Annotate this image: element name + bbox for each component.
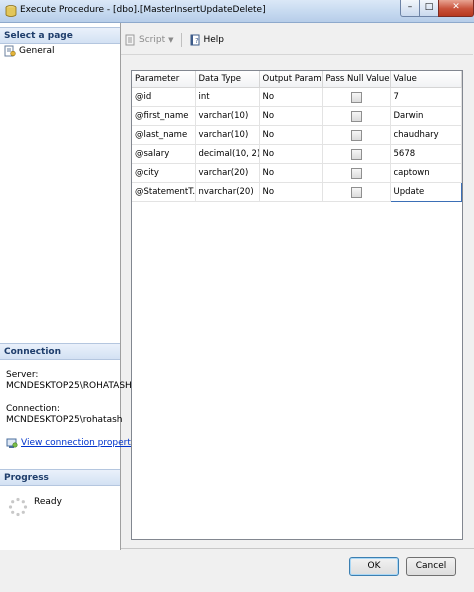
parameter-cell: @StatementT... <box>132 182 196 202</box>
data-type-cell: nvarchar(20) <box>195 182 260 202</box>
data-type-cell: int <box>195 87 260 107</box>
output-cell: No <box>259 144 323 164</box>
table-row: @salary decimal(10, 2) No 5678 <box>132 144 462 164</box>
pass-null-checkbox[interactable] <box>350 148 362 160</box>
data-type-cell: varchar(20) <box>195 163 260 183</box>
bottom-divider <box>121 548 474 549</box>
table-row: @city varchar(20) No captown <box>132 163 462 183</box>
cancel-button[interactable]: Cancel <box>406 557 456 576</box>
nav-item-label: General <box>19 46 55 56</box>
pass-null-cell <box>322 182 391 202</box>
table-row: @last_name varchar(10) No chaudhary <box>132 125 462 145</box>
parameter-cell: @last_name <box>132 125 196 145</box>
toolbar-divider <box>121 54 473 55</box>
left-pane: Select a page General Connection Server:… <box>0 23 144 550</box>
pass-null-cell <box>322 106 391 126</box>
view-connection-properties[interactable]: View connection properties <box>6 437 144 449</box>
progress-status: Ready <box>34 497 62 507</box>
connection-properties-icon <box>6 438 18 448</box>
toolbar-separator <box>180 33 182 47</box>
column-header-pass-null-value[interactable]: Pass Null Value <box>322 71 391 88</box>
data-type-cell: decimal(10, 2) <box>195 144 260 164</box>
pass-null-checkbox[interactable] <box>350 129 362 141</box>
maximize-button[interactable]: □ <box>419 0 439 17</box>
output-cell: No <box>259 182 323 202</box>
connection-label: Connection: <box>6 404 60 414</box>
value-cell[interactable]: 5678 <box>390 144 462 164</box>
output-cell: No <box>259 125 323 145</box>
value-cell[interactable]: captown <box>390 163 462 183</box>
progress-spinner-icon <box>8 497 28 517</box>
table-row: @StatementT... nvarchar(20) No Update <box>132 182 462 202</box>
pass-null-checkbox[interactable] <box>350 110 362 122</box>
grid-header-row: Parameter Data Type Output Parame... Pas… <box>132 71 462 88</box>
script-label: Script <box>139 35 166 45</box>
database-procedure-icon <box>5 5 17 17</box>
value-cell[interactable]: 7 <box>390 87 462 107</box>
pass-null-checkbox[interactable] <box>350 186 362 198</box>
close-button[interactable]: ✕ <box>438 0 474 17</box>
parameter-cell: @salary <box>132 144 196 164</box>
view-connection-link[interactable]: View connection properties <box>21 438 144 449</box>
script-icon <box>125 34 135 46</box>
execute-procedure-window: Execute Procedure - [dbo].[MasterInsertU… <box>0 0 474 592</box>
server-value: MCNDESKTOP25\ROHATASH <box>6 381 132 391</box>
help-book-icon: ? <box>190 34 199 46</box>
parameters-table: Parameter Data Type Output Parame... Pas… <box>132 71 462 202</box>
column-header-data-type[interactable]: Data Type <box>195 71 260 88</box>
table-row: @id int No 7 <box>132 87 462 107</box>
pass-null-cell <box>322 125 391 145</box>
page-properties-icon <box>4 45 16 57</box>
pass-null-checkbox[interactable] <box>350 167 362 179</box>
window-title: Execute Procedure - [dbo].[MasterInsertU… <box>20 5 266 15</box>
parameter-cell: @city <box>132 163 196 183</box>
output-cell: No <box>259 87 323 107</box>
data-type-cell: varchar(10) <box>195 125 260 145</box>
progress-header: Progress <box>0 469 120 486</box>
table-row: @first_name varchar(10) No Darwin <box>132 106 462 126</box>
column-header-value[interactable]: Value <box>390 71 462 88</box>
title-bar[interactable]: Execute Procedure - [dbo].[MasterInsertU… <box>0 0 474 23</box>
minimize-button[interactable]: – <box>400 0 420 17</box>
svg-text:?: ? <box>195 37 199 45</box>
pass-null-checkbox[interactable] <box>350 91 362 103</box>
parameters-grid[interactable]: Parameter Data Type Output Parame... Pas… <box>131 70 463 540</box>
output-cell: No <box>259 163 323 183</box>
toolbar: Script ▼ ? Help <box>121 30 224 50</box>
server-label: Server: <box>6 370 39 380</box>
help-label: Help <box>203 35 225 45</box>
pass-null-cell <box>322 163 391 183</box>
value-cell[interactable]: Darwin <box>390 106 462 126</box>
select-page-header: Select a page <box>0 27 120 44</box>
parameter-cell: @first_name <box>132 106 196 126</box>
data-type-cell: varchar(10) <box>195 106 260 126</box>
ok-button[interactable]: OK <box>349 557 399 576</box>
column-header-output-parameter[interactable]: Output Parame... <box>259 71 323 88</box>
parameter-cell: @id <box>132 87 196 107</box>
script-button[interactable]: Script ▼ <box>124 34 174 46</box>
value-cell[interactable]: chaudhary <box>390 125 462 145</box>
chevron-down-icon[interactable]: ▼ <box>168 36 173 44</box>
output-cell: No <box>259 106 323 126</box>
pass-null-cell <box>322 87 391 107</box>
connection-value: MCNDESKTOP25\rohatash <box>6 415 123 425</box>
help-button[interactable]: ? Help <box>189 34 225 46</box>
connection-header: Connection <box>0 343 120 360</box>
pass-null-cell <box>322 144 391 164</box>
column-header-parameter[interactable]: Parameter <box>132 71 196 88</box>
nav-item-general[interactable]: General <box>4 44 54 58</box>
value-cell-editing[interactable]: Update <box>389 182 462 202</box>
